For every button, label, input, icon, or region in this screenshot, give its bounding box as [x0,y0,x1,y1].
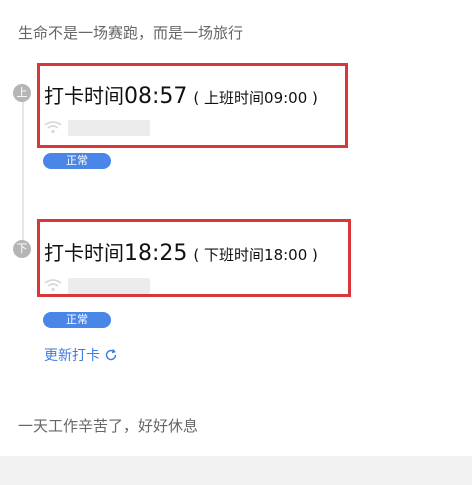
wifi-icon [44,279,62,292]
update-clock-in-label: 更新打卡 [44,348,100,364]
bottom-band [0,456,472,485]
refresh-icon [105,349,117,361]
clock-out-scheduled: ( 下班时间18:00 ) [193,246,318,264]
clock-out-label: 打卡时间 [44,241,124,265]
wifi-icon [44,121,62,134]
motto-top: 生命不是一场赛跑，而是一场旅行 [18,24,244,42]
clock-out-time: 18:25 [124,241,188,266]
clock-in-scheduled: ( 上班时间09:00 ) [193,89,318,107]
wifi-name-blurred [68,278,150,294]
clock-in-time: 08:57 [124,84,188,109]
timeline-line [22,100,24,250]
clock-in-label: 打卡时间 [44,84,124,108]
status-badge: 正常 [43,312,111,328]
update-clock-in-link[interactable]: 更新打卡 [44,345,118,365]
wifi-name-blurred [68,120,150,136]
clock-in-marker: 上 [13,84,31,102]
clock-out-row: 打卡时间 18:25 ( 下班时间18:00 ) [44,237,318,266]
clock-in-row: 打卡时间 08:57 ( 上班时间09:00 ) [44,80,318,109]
clock-out-marker: 下 [13,240,31,258]
status-badge: 正常 [43,153,111,169]
motto-bottom: 一天工作辛苦了，好好休息 [18,417,199,435]
